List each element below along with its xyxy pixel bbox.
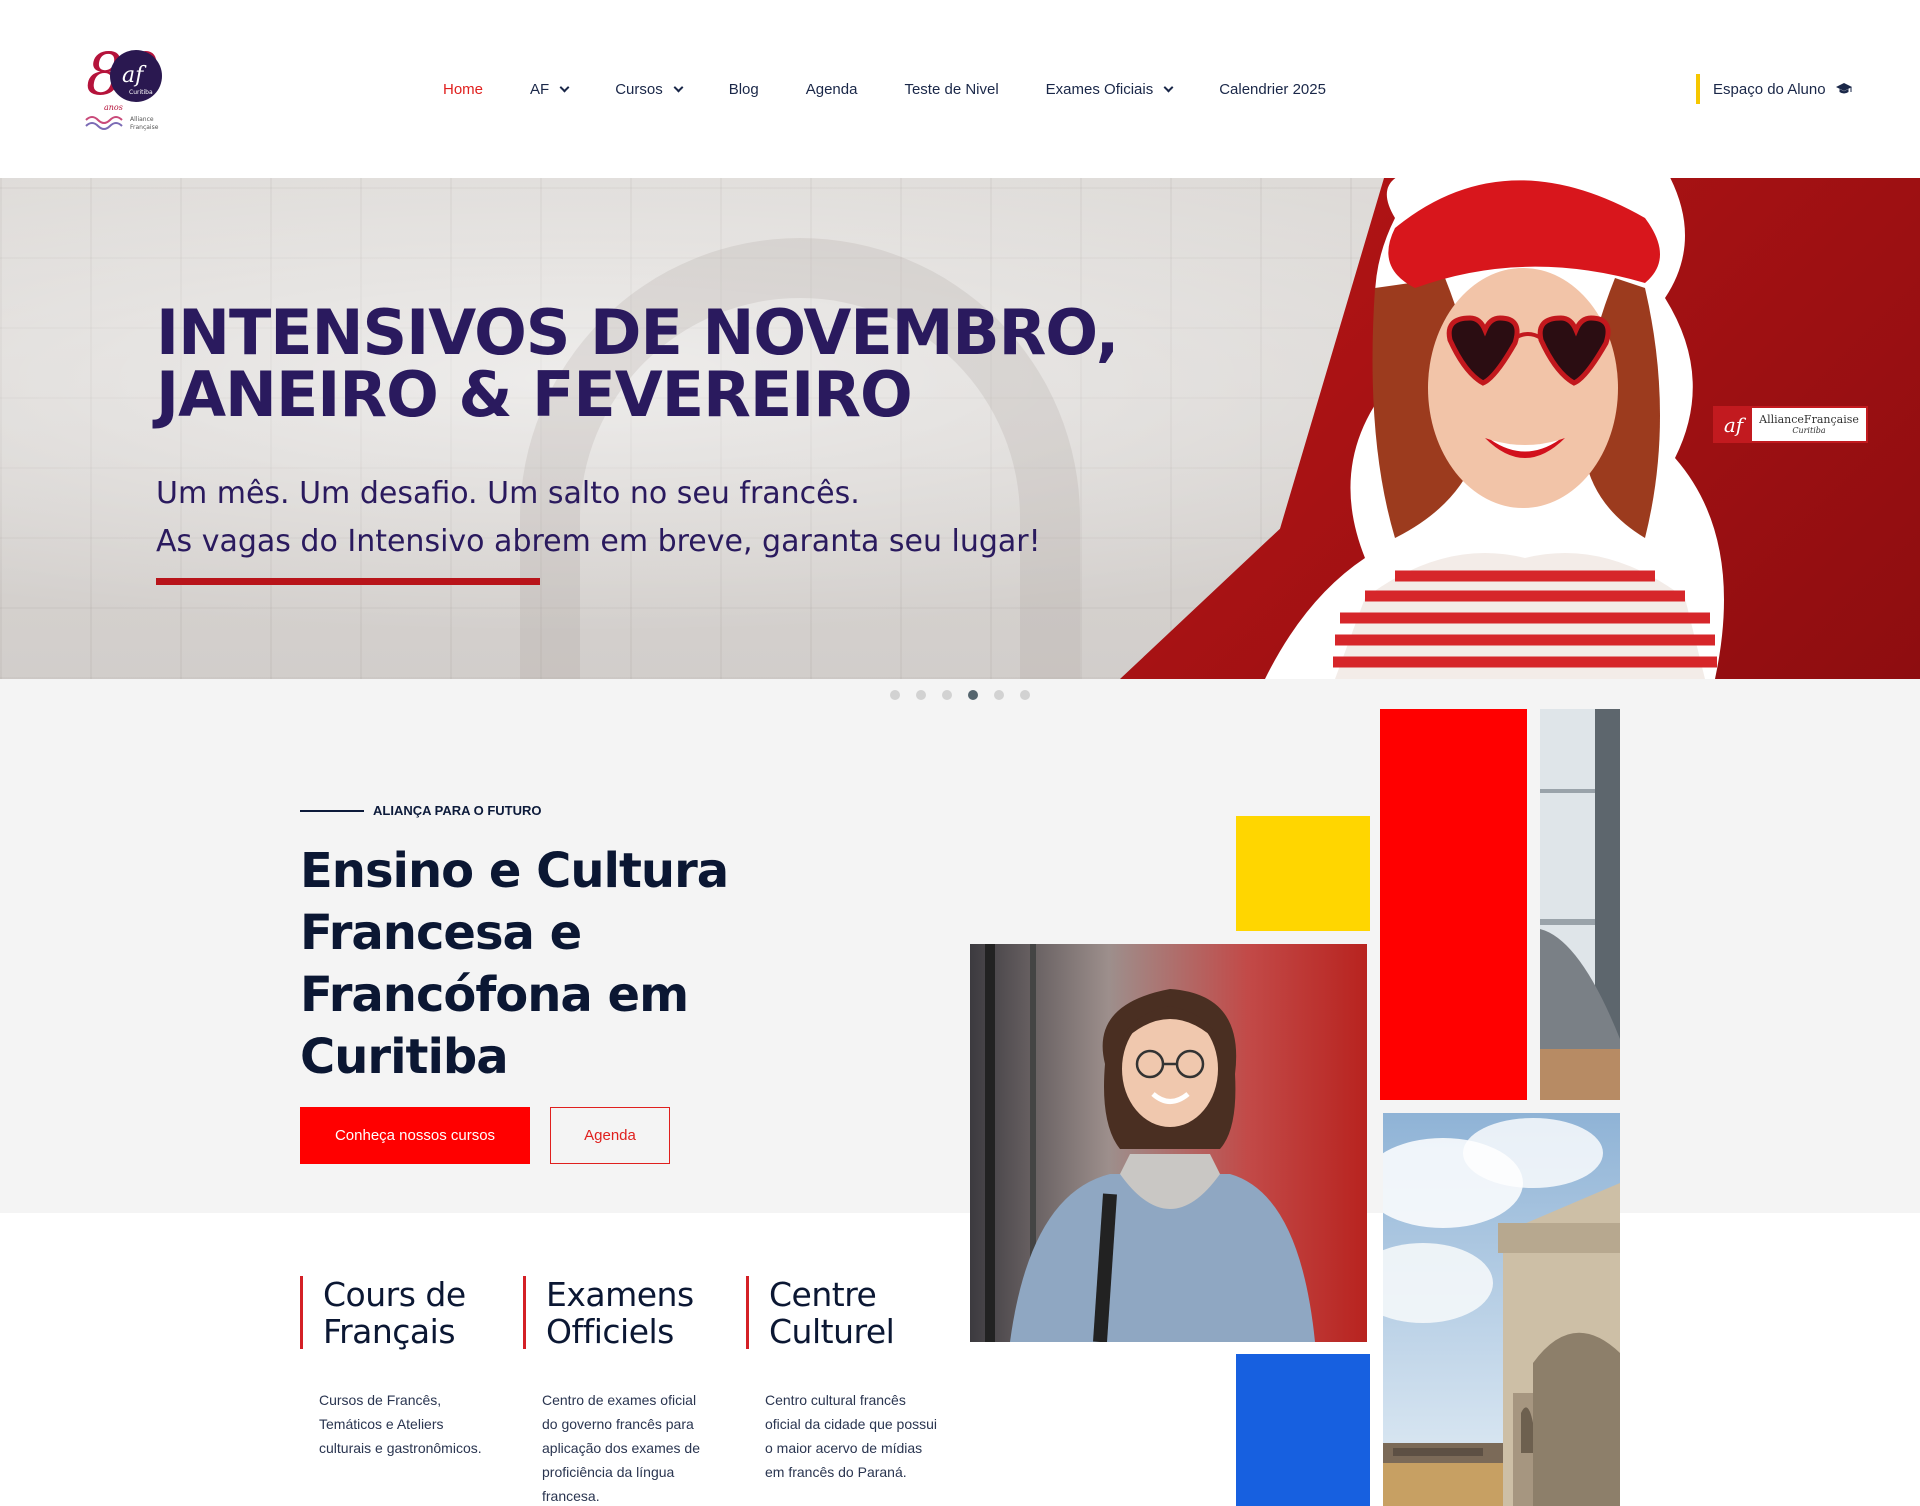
- hero-title: INTENSIVOS DE NOVEMBRO, JANEIRO & FEVERE…: [156, 302, 1119, 426]
- nav-calendrier[interactable]: Calendrier 2025: [1219, 81, 1326, 98]
- svg-text:Française: Française: [130, 124, 159, 131]
- student-area-link[interactable]: Espaço do Aluno: [1696, 74, 1852, 104]
- slider-dot[interactable]: [890, 690, 900, 700]
- site-logo[interactable]: 80 af Curitiba anos Alliance Française: [84, 40, 180, 140]
- feature-title: Centre Culturel: [746, 1275, 946, 1351]
- main-nav: Home AF Cursos Blog Agenda Teste de Nive…: [443, 78, 1373, 100]
- hero-subtitle-line-2: As vagas do Intensivo abrem em breve, ga…: [156, 524, 1041, 559]
- slider-dot[interactable]: [994, 690, 1004, 700]
- feature-title-line-1: Examens: [546, 1275, 694, 1314]
- slider-dots: [0, 679, 1920, 711]
- slider-dot[interactable]: [942, 690, 952, 700]
- feature-title-line-2: Culturel: [769, 1312, 895, 1351]
- nav-home[interactable]: Home: [443, 81, 483, 98]
- about-section: [0, 711, 1920, 1213]
- hero-subtitle: Um mês. Um desafio. Um salto no seu fran…: [156, 470, 1041, 566]
- feature-title: Examens Officiels: [523, 1275, 723, 1351]
- feature-title-line-1: Centre: [769, 1275, 877, 1314]
- nav-blog-label: Blog: [728, 80, 759, 98]
- collage-red-block: [1380, 709, 1527, 1100]
- nav-home-label: Home: [443, 80, 484, 98]
- hero-underline: [156, 578, 540, 585]
- feature-title: Cours de Français: [300, 1275, 500, 1351]
- feature-title-line-2: Officiels: [546, 1312, 674, 1351]
- eyebrow-text: ALIANÇA PARA O FUTURO: [373, 803, 542, 818]
- collage-yellow-block: [1236, 816, 1370, 931]
- chevron-down-icon: [559, 82, 570, 92]
- hero-subtitle-line-1: Um mês. Um desafio. Um salto no seu fran…: [156, 476, 860, 511]
- nav-af-label: AF: [530, 80, 550, 98]
- nav-exames-oficiais[interactable]: Exames Oficiais: [1045, 80, 1174, 98]
- hero-slider[interactable]: af AllianceFrançaise Curitiba INTENSIVOS…: [0, 178, 1920, 679]
- nav-af[interactable]: AF: [530, 80, 570, 98]
- collage-window-image: [1540, 709, 1620, 1100]
- slider-dot-active[interactable]: [968, 690, 978, 700]
- feature-centre-culturel[interactable]: Centre Culturel Centro cultural francês …: [746, 1276, 946, 1484]
- feature-description: Cursos de Francês, Temáticos e Ateliers …: [319, 1392, 482, 1456]
- svg-text:Alliance: Alliance: [130, 116, 154, 123]
- eyebrow-line: [300, 809, 364, 812]
- feature-description: Centro cultural francês oficial da cidad…: [765, 1392, 938, 1480]
- agenda-button[interactable]: Agenda: [550, 1107, 670, 1164]
- graduation-cap-icon: [1835, 83, 1852, 94]
- svg-text:anos: anos: [104, 103, 123, 112]
- nav-calendrier-label: Calendrier 2025: [1219, 80, 1326, 98]
- hero-title-line-2: JANEIRO & FEVEREIRO: [156, 358, 913, 431]
- af-badge-mark: af: [1715, 407, 1752, 442]
- site-header: 80 af Curitiba anos Alliance Française H…: [0, 0, 1920, 178]
- feature-description: Centro de exames oficial do governo fran…: [542, 1392, 700, 1504]
- student-area-label: Espaço do Aluno: [1713, 80, 1826, 98]
- courses-button[interactable]: Conheça nossos cursos: [300, 1107, 530, 1164]
- feature-cours-de-francais[interactable]: Cours de Français Cursos de Francês, Tem…: [300, 1276, 500, 1460]
- chevron-down-icon: [1163, 82, 1174, 92]
- section-title: Ensino e Cultura Francesa e Francófona e…: [300, 843, 729, 1085]
- nav-exames-label: Exames Oficiais: [1045, 80, 1154, 98]
- feature-title-line-2: Français: [323, 1312, 456, 1351]
- af-badge-text: AllianceFrançaise Curitiba: [1752, 414, 1866, 436]
- student-girl-photo: [970, 944, 1367, 1342]
- af-badge-name: AllianceFrançaise: [1759, 412, 1859, 426]
- nav-agenda-label: Agenda: [805, 80, 858, 98]
- slider-dot[interactable]: [1020, 690, 1030, 700]
- svg-text:Curitiba: Curitiba: [129, 89, 153, 96]
- section-eyebrow: ALIANÇA PARA O FUTURO: [300, 803, 542, 818]
- slider-dot[interactable]: [916, 690, 926, 700]
- nav-teste-de-nivel[interactable]: Teste de Nivel: [904, 81, 998, 98]
- feature-title-line-1: Cours de: [323, 1275, 466, 1314]
- alliance-francaise-badge: af AllianceFrançaise Curitiba: [1713, 406, 1868, 443]
- nav-teste-label: Teste de Nivel: [904, 80, 999, 98]
- arc-de-triomphe-photo: [1383, 1113, 1620, 1506]
- nav-cursos[interactable]: Cursos: [615, 80, 684, 98]
- af-badge-city: Curitiba: [1792, 425, 1826, 435]
- nav-agenda[interactable]: Agenda: [806, 81, 858, 98]
- chevron-down-icon: [673, 82, 684, 92]
- nav-cursos-label: Cursos: [615, 80, 663, 98]
- nav-blog[interactable]: Blog: [729, 81, 759, 98]
- collage-blue-block: [1236, 1354, 1370, 1506]
- feature-examens-officiels[interactable]: Examens Officiels Centro de exames ofici…: [523, 1276, 723, 1506]
